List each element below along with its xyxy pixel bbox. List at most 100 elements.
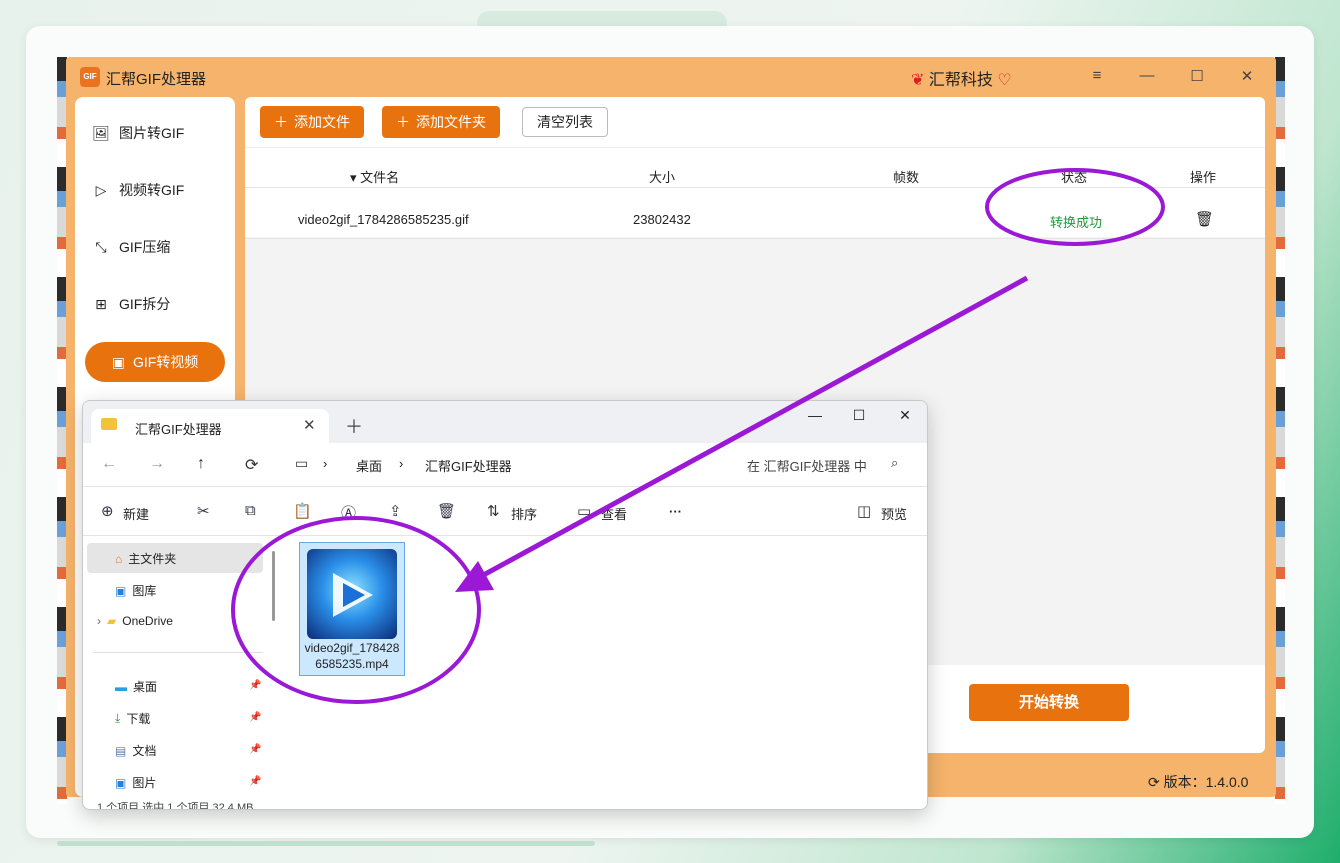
sidebar-item-documents[interactable]: ▤ 文档 [115, 742, 156, 759]
document-icon: ▤ [115, 743, 127, 758]
up-icon[interactable]: ↑ [197, 455, 205, 473]
file-item[interactable]: video2gif_1784286585235.mp4 [299, 542, 405, 676]
play-circle-icon: ▷ [95, 181, 107, 198]
sidebar-label: OneDrive [122, 614, 173, 628]
download-icon: ⤓ [115, 711, 121, 725]
explorer-tabbar: 汇帮GIF处理器 ✕ ＋ — ☐ ✕ [83, 401, 927, 443]
close-button[interactable]: ✕ [1237, 67, 1257, 85]
sidebar-item-home[interactable]: ⌂ 主文件夹 [115, 550, 176, 567]
new-icon: ⊕ [101, 503, 114, 520]
column-header-label: 文件名 [360, 170, 400, 185]
rename-icon[interactable]: Ⓐ [341, 502, 356, 523]
sidebar-item-image-to-gif[interactable]: 🖼 图片转GIF [91, 123, 184, 143]
sidebar-label: 图片 [132, 776, 157, 790]
sidebar-label: 下载 [126, 712, 151, 726]
explorer-content: video2gif_1784286585235.mp4 [279, 536, 927, 809]
add-folder-icon: ＋ [396, 114, 410, 130]
refresh-icon[interactable]: ⟳ [245, 455, 258, 475]
add-file-icon: ＋ [274, 114, 288, 130]
search-icon[interactable]: ⌕ [891, 455, 898, 471]
sort-button[interactable]: 排序 [511, 504, 537, 523]
pin-icon[interactable]: 📌 [249, 744, 261, 755]
delete-icon[interactable]: 🗑 [1195, 210, 1214, 228]
sidebar-label: 文档 [132, 744, 157, 758]
app-logo-icon: GIF [80, 67, 100, 87]
header-divider [245, 187, 1265, 188]
sidebar-item-onedrive[interactable]: › ▰ OneDrive [97, 614, 173, 628]
sidebar-label: 图库 [132, 584, 157, 598]
sidebar-item-pictures[interactable]: ▣ 图片 [115, 774, 156, 791]
play-inner-icon [343, 583, 365, 607]
explorer-maximize-button[interactable]: ☐ [849, 407, 869, 424]
sidebar-item-desktop[interactable]: ▬ 桌面 [115, 678, 157, 695]
sidebar-item-gif-split[interactable]: ⊞ GIF拆分 [91, 294, 170, 314]
cut-icon[interactable]: ✂ [197, 502, 210, 520]
explorer-close-button[interactable]: ✕ [895, 407, 915, 424]
refresh-icon: ⟳ [1148, 774, 1160, 790]
column-header-frames: 帧数 [893, 170, 920, 185]
sidebar-scrollbar[interactable] [272, 551, 275, 621]
add-file-label: 添加文件 [294, 114, 350, 130]
toolbar: ＋ 添加文件 ＋ 添加文件夹 清空列表 [245, 97, 1265, 147]
maximize-button[interactable]: ☐ [1187, 67, 1207, 85]
new-tab-button[interactable]: ＋ [345, 413, 363, 439]
menu-button[interactable]: ≡ [1087, 67, 1107, 84]
more-button[interactable]: ··· [669, 504, 682, 519]
folder-icon [101, 418, 117, 430]
file-name: video2gif_1784286585235.mp4 [304, 641, 400, 671]
pin-icon[interactable]: 📌 [249, 712, 261, 723]
sidebar-item-gif-to-video[interactable]: ▣ GIF转视频 [85, 342, 225, 382]
computer-icon[interactable]: ▭ [295, 455, 308, 472]
sidebar-item-video-to-gif[interactable]: ▷ 视频转GIF [91, 180, 185, 200]
sidebar-label: 桌面 [133, 680, 158, 694]
forward-icon[interactable]: → [149, 455, 165, 473]
file-table: ▾ 文件名 大小 帧数 状态 操作 video2gif_178428658523… [245, 147, 1265, 239]
copy-icon[interactable]: ⧉ [245, 502, 256, 519]
sort-icon: ⇅ [487, 503, 500, 520]
delete-icon[interactable]: 🗑 [437, 502, 456, 520]
explorer-tab[interactable]: 汇帮GIF处理器 ✕ [91, 409, 329, 443]
brand-name: 汇帮科技 [928, 72, 993, 89]
explorer-navbar: ← → ↑ ⟳ ▭ › 桌面 › 汇帮GIF处理器 在 汇帮GIF处理器 中 ⌕ [83, 443, 927, 487]
sidebar-item-label: 视频转GIF [119, 182, 185, 198]
explorer-status-bar: 1 个项目 选中 1 个项目 32.4 MB [97, 802, 254, 810]
minimize-button[interactable]: — [1137, 67, 1157, 84]
add-file-button[interactable]: ＋ 添加文件 [260, 106, 364, 138]
new-button[interactable]: 新建 [123, 504, 149, 523]
column-header-filename[interactable]: ▾ 文件名 [350, 167, 399, 186]
chevron-right-icon: › [399, 456, 404, 471]
start-convert-button[interactable]: 开始转换 [969, 684, 1129, 721]
brand-mark-icon: ❦ [911, 72, 925, 89]
preview-button[interactable]: 预览 [881, 504, 907, 523]
split-icon: ⊞ [95, 295, 107, 312]
clear-list-button[interactable]: 清空列表 [522, 107, 608, 137]
explorer-tab-title: 汇帮GIF处理器 [135, 422, 222, 437]
view-button[interactable]: 查看 [601, 504, 627, 523]
column-header-actions: 操作 [1190, 170, 1217, 185]
breadcrumb-desktop[interactable]: 桌面 [356, 456, 382, 475]
desktop-strip-right [1275, 57, 1285, 804]
vip-heart-icon[interactable]: ♡ [997, 72, 1011, 89]
version-label[interactable]: ⟳ 版本：1.4.0.0 [1148, 772, 1248, 792]
folder-icon: ▰ [107, 614, 117, 628]
search-input[interactable]: 在 汇帮GIF处理器 中 [747, 456, 867, 475]
column-header-status: 状态 [1061, 170, 1088, 185]
pin-icon[interactable]: 📌 [249, 776, 261, 787]
sort-desc-icon: ▾ [350, 170, 357, 185]
explorer-minimize-button[interactable]: — [805, 407, 825, 423]
sidebar-item-downloads[interactable]: ⤓ 下载 [115, 710, 150, 727]
sidebar-divider [93, 652, 263, 653]
paste-icon[interactable]: 📋 [293, 502, 312, 520]
desktop-icon: ▬ [115, 679, 127, 694]
back-icon[interactable]: ← [101, 455, 117, 473]
version-text: 版本：1.4.0.0 [1163, 774, 1249, 790]
sidebar-item-gif-compress[interactable]: ⤡ GIF压缩 [91, 237, 170, 257]
add-folder-button[interactable]: ＋ 添加文件夹 [382, 106, 500, 138]
sidebar-item-gallery[interactable]: ▣ 图库 [115, 582, 156, 599]
gallery-icon: ▣ [115, 583, 127, 598]
breadcrumb-folder[interactable]: 汇帮GIF处理器 [425, 456, 512, 475]
share-icon[interactable]: ⇪ [389, 502, 402, 520]
pin-icon[interactable]: 📌 [249, 680, 261, 691]
sidebar-item-label: GIF转视频 [132, 354, 199, 370]
close-tab-icon[interactable]: ✕ [303, 416, 316, 434]
